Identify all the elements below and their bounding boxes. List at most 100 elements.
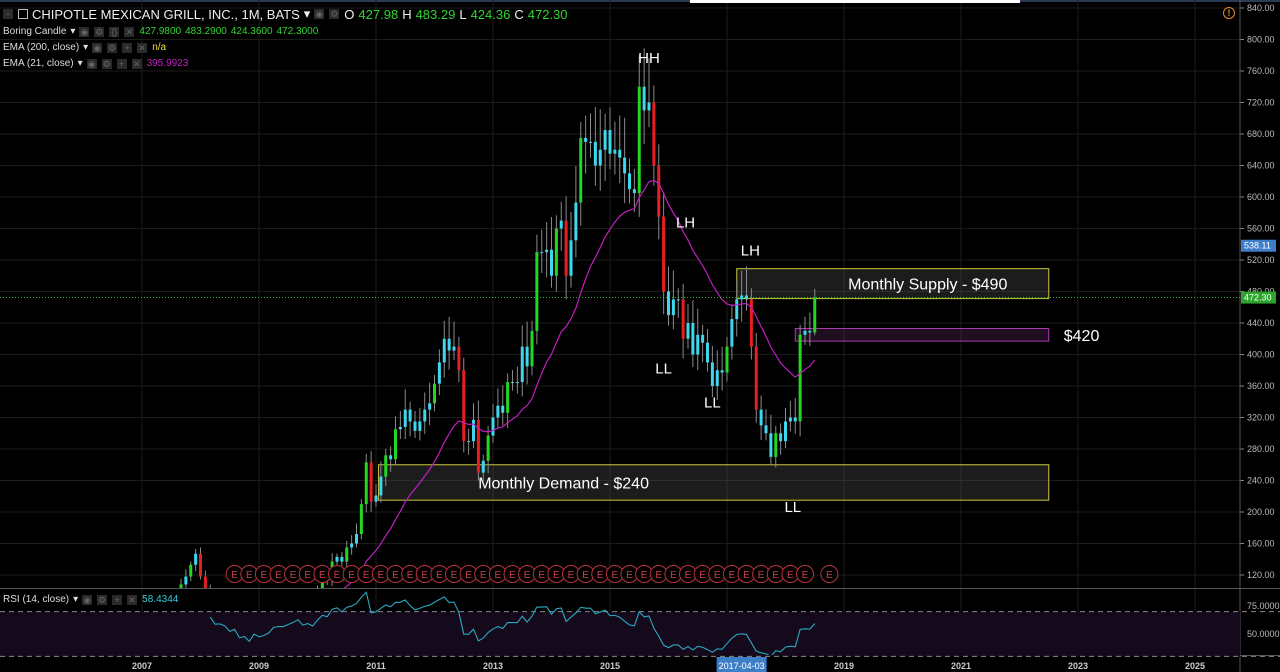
symbol-legend[interactable]: − CHIPOTLE MEXICAN GRILL, INC., 1M, BATS…: [3, 6, 568, 22]
earnings-label: E: [670, 570, 677, 581]
indicator-name: RSI (14, close): [3, 594, 70, 605]
gear-icon[interactable]: ⚙: [97, 594, 108, 605]
eye-icon[interactable]: ◉: [92, 42, 103, 53]
indicator-ema-200[interactable]: EMA (200, close) ▾ ◉ ⚙ + ✕ n/a: [3, 42, 166, 53]
gear-icon[interactable]: ⚙: [101, 58, 112, 69]
dropdown-icon[interactable]: ▾: [78, 58, 83, 69]
candle-body: [418, 421, 422, 431]
candle-body: [647, 102, 651, 111]
earnings-label: E: [743, 570, 750, 581]
eye-icon[interactable]: ◉: [86, 58, 97, 69]
earnings-label: E: [378, 570, 385, 581]
indicator-boring-candle[interactable]: Boring Candle ▾ ◉ ⚙ {} ✕ 427.9800 483.2900 4…: [3, 26, 318, 37]
y-tick-label: 360.00: [1247, 381, 1275, 391]
candle-body: [457, 346, 461, 371]
candle-body: [613, 149, 617, 154]
candle-body: [540, 252, 544, 254]
earnings-label: E: [231, 570, 238, 581]
indicator-value: n/a: [152, 42, 167, 53]
candle-body: [681, 299, 685, 339]
close-icon[interactable]: ✕: [137, 42, 148, 53]
y-tick-label: 640.00: [1247, 161, 1275, 171]
earnings-label: E: [568, 570, 575, 581]
earnings-label: E: [714, 570, 721, 581]
indicator-ema-21[interactable]: EMA (21, close) ▾ ◉ ⚙ + ✕ 395.9923: [3, 58, 188, 69]
candle-body: [593, 141, 597, 166]
candle-body: [618, 149, 622, 158]
earnings-label: E: [319, 570, 326, 581]
close-icon[interactable]: ✕: [127, 594, 138, 605]
candle-body: [203, 576, 207, 588]
indicator-value: 58.4344: [142, 594, 179, 605]
candles: [165, 48, 817, 610]
indicator-rsi[interactable]: RSI (14, close) ▾ ◉ ⚙ + ✕ 58.4344: [3, 594, 178, 605]
x-tick-label: 2011: [366, 661, 386, 671]
candle-body: [287, 603, 290, 607]
candle-body: [219, 602, 222, 603]
earnings-label: E: [407, 570, 414, 581]
flag-icon: [18, 9, 28, 19]
earnings-label: E: [641, 570, 648, 581]
source-icon[interactable]: {}: [109, 26, 120, 37]
candle-body: [598, 149, 602, 166]
candle-body: [364, 462, 368, 505]
price-tag-label: 472.30: [1244, 293, 1272, 303]
candle-body: [808, 330, 812, 333]
zone-mid: [794, 328, 1050, 342]
warning-icon[interactable]: !: [1223, 7, 1235, 19]
earnings-label: E: [363, 570, 370, 581]
candle-body: [676, 299, 680, 301]
candle-body: [803, 330, 807, 335]
gear-icon[interactable]: ⚙: [329, 9, 340, 19]
candle-body: [691, 323, 695, 355]
gear-icon[interactable]: ⚙: [107, 42, 118, 53]
candle-body: [165, 605, 168, 610]
eye-icon[interactable]: ◉: [82, 594, 93, 605]
x-tick-label: 2019: [834, 661, 854, 671]
earnings-label: E: [524, 570, 531, 581]
low-label: L: [459, 6, 467, 22]
candle-body: [535, 252, 539, 331]
swing-label: LH: [741, 242, 760, 259]
earnings-label: E: [480, 570, 487, 581]
gear-icon[interactable]: ⚙: [94, 26, 105, 37]
collapse-icon[interactable]: −: [3, 9, 13, 19]
add-icon[interactable]: +: [122, 42, 133, 53]
candle-body: [311, 597, 314, 600]
price-tag-label: 538.11: [1244, 241, 1271, 251]
candle-body: [735, 299, 739, 320]
candle-body: [398, 426, 402, 430]
candle-body: [496, 405, 500, 418]
open-value: 427.98: [358, 6, 399, 22]
dropdown-icon[interactable]: ▾: [304, 6, 311, 22]
close-icon[interactable]: ✕: [131, 58, 142, 69]
candle-body: [813, 297, 817, 333]
candle-body: [428, 403, 432, 410]
dropdown-icon[interactable]: ▾: [73, 594, 78, 605]
earnings-label: E: [597, 570, 604, 581]
eye-icon[interactable]: ◉: [79, 26, 90, 37]
candle-body: [769, 433, 773, 457]
y-tick-label: 120.00: [1247, 570, 1275, 580]
add-icon[interactable]: +: [112, 594, 123, 605]
y-tick-label: 240.00: [1247, 476, 1275, 486]
candle-body: [589, 141, 592, 143]
price-chart[interactable]: 840.00 800.00 760.00 720.00 680.00 640.00 600.…: [0, 0, 1280, 672]
dropdown-icon[interactable]: ▾: [83, 42, 88, 53]
candle-body: [389, 455, 393, 460]
earnings-label: E: [758, 570, 765, 581]
y-tick-label: 400.00: [1247, 350, 1275, 360]
rsi-band: [0, 611, 1240, 657]
eye-icon[interactable]: ◉: [314, 9, 325, 19]
earnings-label: E: [612, 570, 619, 581]
close-icon[interactable]: ✕: [124, 26, 135, 37]
indicator-value: 483.2900: [185, 26, 227, 37]
close-value: 472.30: [527, 6, 568, 22]
candle-body: [413, 421, 417, 431]
dropdown-icon[interactable]: ▾: [70, 26, 75, 37]
add-icon[interactable]: +: [116, 58, 127, 69]
high-value: 483.29: [415, 6, 456, 22]
earnings-label: E: [509, 570, 516, 581]
indicator-value: 424.3600: [230, 26, 273, 37]
candle-body: [667, 291, 670, 316]
